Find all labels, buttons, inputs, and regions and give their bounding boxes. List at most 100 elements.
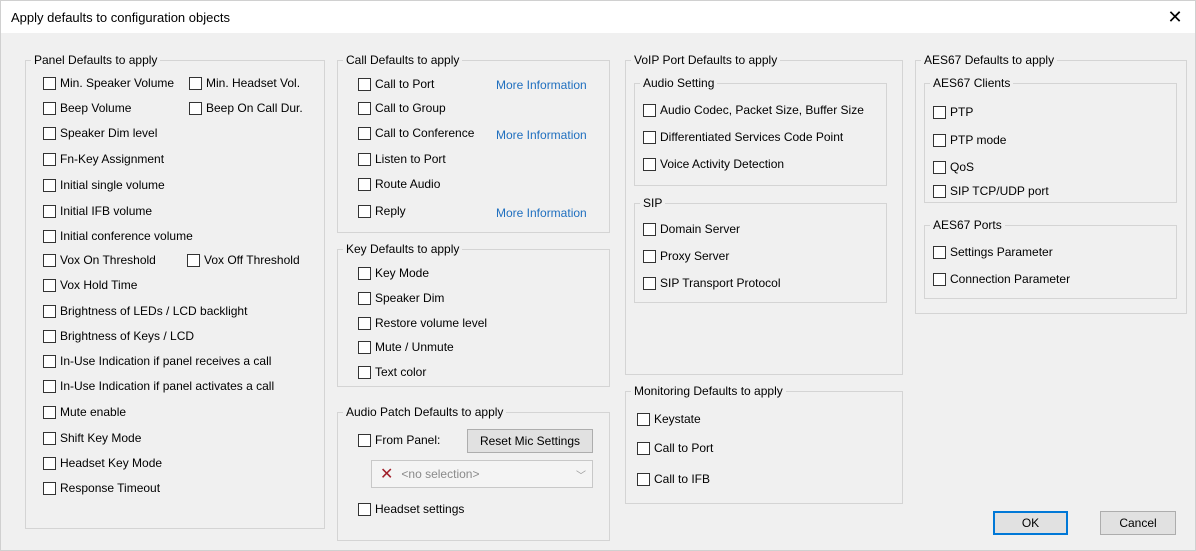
checkbox-box[interactable] [358,101,371,115]
checkbox-dscp[interactable]: Differentiated Services Code Point [643,129,843,145]
more-information-link-conference[interactable]: More Information [496,128,587,142]
checkbox-speaker-dim-level[interactable]: Speaker Dim level [43,125,157,141]
checkbox-box[interactable] [43,253,56,267]
checkbox-qos[interactable]: QoS [933,159,974,175]
checkbox-settings-parameter[interactable]: Settings Parameter [933,244,1053,260]
checkbox-box[interactable] [358,204,371,218]
checkbox-mute-unmute[interactable]: Mute / Unmute [358,339,454,355]
checkbox-reply[interactable]: Reply [358,203,406,219]
checkbox-box[interactable] [187,253,200,267]
checkbox-box[interactable] [358,266,371,280]
checkbox-domain-server[interactable]: Domain Server [643,221,740,237]
checkbox-vox-off-threshold[interactable]: Vox Off Threshold [187,252,300,268]
checkbox-box[interactable] [933,245,946,259]
checkbox-vox-on-threshold[interactable]: Vox On Threshold [43,252,156,268]
checkbox-box[interactable] [358,152,371,166]
checkbox-box[interactable] [358,77,371,91]
checkbox-box[interactable] [643,157,656,171]
checkbox-box[interactable] [43,76,56,90]
checkbox-box[interactable] [358,291,371,305]
checkbox-connection-parameter[interactable]: Connection Parameter [933,271,1070,287]
checkbox-listen-to-port[interactable]: Listen to Port [358,151,446,167]
checkbox-ptp-mode[interactable]: PTP mode [933,132,1006,148]
checkbox-box[interactable] [358,340,371,354]
checkbox-beep-on-call-dur[interactable]: Beep On Call Dur. [189,100,303,116]
checkbox-response-timeout[interactable]: Response Timeout [43,480,160,496]
checkbox-beep-volume[interactable]: Beep Volume [43,100,131,116]
checkbox-box[interactable] [643,276,656,290]
close-icon[interactable]: ✕ [1155,1,1195,33]
checkbox-box[interactable] [637,412,650,426]
checkbox-fn-key-assignment[interactable]: Fn-Key Assignment [43,151,164,167]
checkbox-brightness-leds[interactable]: Brightness of LEDs / LCD backlight [43,303,247,319]
checkbox-box[interactable] [933,105,946,119]
checkbox-box[interactable] [43,229,56,243]
checkbox-box[interactable] [358,433,371,447]
checkbox-box[interactable] [43,431,56,445]
checkbox-keystate[interactable]: Keystate [637,411,701,427]
checkbox-min-speaker-volume[interactable]: Min. Speaker Volume [43,75,174,91]
checkbox-restore-volume[interactable]: Restore volume level [358,315,487,331]
checkbox-box[interactable] [933,160,946,174]
checkbox-box[interactable] [358,177,371,191]
checkbox-box[interactable] [933,272,946,286]
checkbox-sip-transport-protocol[interactable]: SIP Transport Protocol [643,275,781,291]
checkbox-box[interactable] [43,456,56,470]
checkbox-box[interactable] [43,126,56,140]
checkbox-sip-tcp-udp-port[interactable]: SIP TCP/UDP port [933,183,1049,199]
checkbox-speaker-dim[interactable]: Speaker Dim [358,290,444,306]
checkbox-call-to-conference[interactable]: Call to Conference [358,125,474,141]
checkbox-box[interactable] [43,278,56,292]
checkbox-initial-ifb-volume[interactable]: Initial IFB volume [43,203,152,219]
checkbox-box[interactable] [189,101,202,115]
checkbox-box[interactable] [358,365,371,379]
panel-selection-combo[interactable]: ✕ <no selection> ﹀ [371,460,593,488]
checkbox-headset-settings[interactable]: Headset settings [358,501,464,517]
ok-button[interactable]: OK [993,511,1068,535]
checkbox-call-to-ifb[interactable]: Call to IFB [637,471,710,487]
checkbox-box[interactable] [637,472,650,486]
checkbox-box[interactable] [643,222,656,236]
checkbox-box[interactable] [43,354,56,368]
checkbox-audio-codec[interactable]: Audio Codec, Packet Size, Buffer Size [643,102,864,118]
checkbox-box[interactable] [358,126,371,140]
reset-mic-settings-button[interactable]: Reset Mic Settings [467,429,593,453]
checkbox-box[interactable] [43,379,56,393]
checkbox-call-to-port[interactable]: Call to Port [358,76,434,92]
checkbox-call-to-group[interactable]: Call to Group [358,100,446,116]
more-information-link-reply[interactable]: More Information [496,206,587,220]
checkbox-ptp[interactable]: PTP [933,104,973,120]
checkbox-box[interactable] [43,178,56,192]
checkbox-shift-key-mode[interactable]: Shift Key Mode [43,430,141,446]
checkbox-initial-conference-volume[interactable]: Initial conference volume [43,228,193,244]
cancel-button[interactable]: Cancel [1100,511,1176,535]
more-information-link-port[interactable]: More Information [496,78,587,92]
checkbox-in-use-receives[interactable]: In-Use Indication if panel receives a ca… [43,353,271,369]
checkbox-proxy-server[interactable]: Proxy Server [643,248,729,264]
checkbox-box[interactable] [43,101,56,115]
checkbox-box[interactable] [643,249,656,263]
checkbox-min-headset-vol[interactable]: Min. Headset Vol. [189,75,300,91]
checkbox-box[interactable] [933,133,946,147]
checkbox-box[interactable] [43,304,56,318]
checkbox-box[interactable] [643,103,656,117]
checkbox-key-mode[interactable]: Key Mode [358,265,429,281]
checkbox-box[interactable] [358,316,371,330]
checkbox-box[interactable] [43,204,56,218]
checkbox-in-use-activates[interactable]: In-Use Indication if panel activates a c… [43,378,274,394]
checkbox-text-color[interactable]: Text color [358,364,426,380]
checkbox-brightness-keys[interactable]: Brightness of Keys / LCD [43,328,194,344]
checkbox-initial-single-volume[interactable]: Initial single volume [43,177,165,193]
checkbox-box[interactable] [358,502,371,516]
checkbox-box[interactable] [643,130,656,144]
chevron-down-icon[interactable]: ﹀ [570,461,592,487]
checkbox-mute-enable[interactable]: Mute enable [43,404,126,420]
checkbox-box[interactable] [637,441,650,455]
checkbox-box[interactable] [43,405,56,419]
checkbox-from-panel[interactable]: From Panel: [358,432,440,448]
checkbox-headset-key-mode[interactable]: Headset Key Mode [43,455,162,471]
checkbox-box[interactable] [933,184,946,198]
checkbox-voice-activity-detection[interactable]: Voice Activity Detection [643,156,784,172]
checkbox-box[interactable] [43,329,56,343]
checkbox-route-audio[interactable]: Route Audio [358,176,440,192]
